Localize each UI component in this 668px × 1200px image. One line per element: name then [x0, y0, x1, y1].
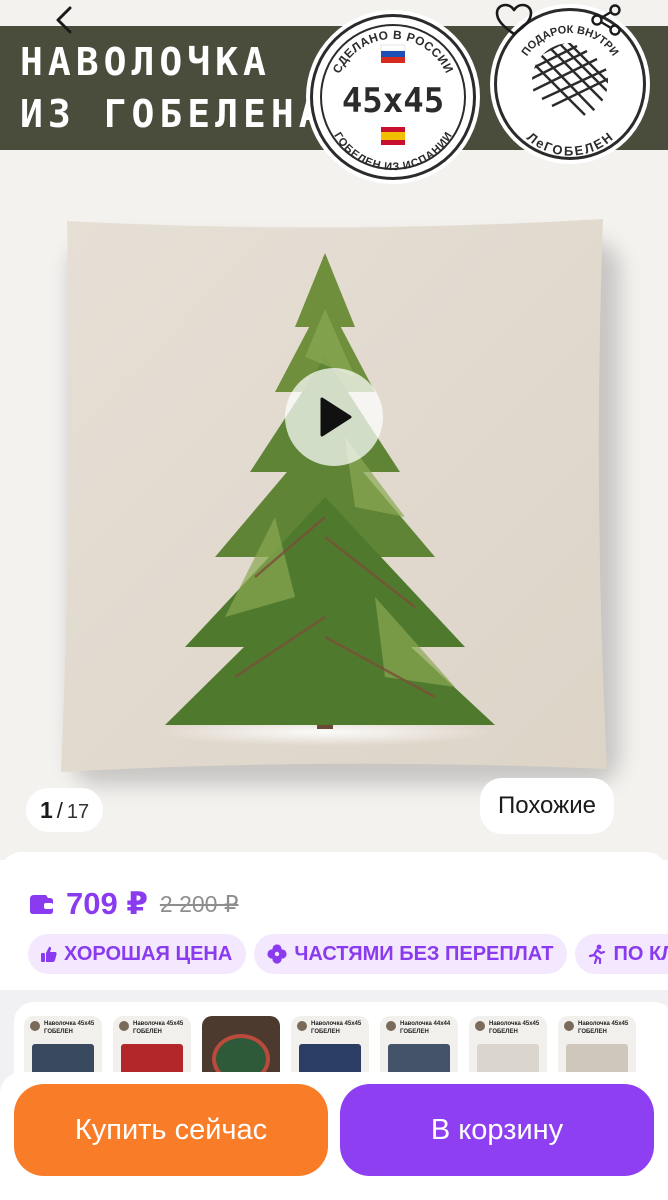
related-thumb-label: Наволочка 45x45 ГОБЕЛЕН [578, 1021, 629, 1035]
gallery-total: 17 [66, 801, 90, 823]
brand-name-text: ЛеГОБЕЛЕН [524, 129, 615, 157]
related-thumb-label: Наволочка 44x44 ГОБЕЛЕН [400, 1021, 451, 1035]
badge-label: ПО КЛ [613, 942, 668, 965]
product-gallery[interactable]: НАВОЛОЧКА ИЗ ГОБЕЛЕНА СДЕЛАНО В РОССИИ Г… [0, 0, 668, 860]
chevron-left-icon [56, 6, 72, 34]
related-thumb-label: Наволочка 45x45 ГОБЕЛЕН [489, 1021, 540, 1035]
running-person-icon [589, 944, 606, 964]
heart-icon [495, 3, 533, 36]
old-price: 2 200 ₽ [159, 890, 239, 917]
play-icon [320, 397, 352, 437]
play-video-button[interactable] [285, 368, 383, 466]
badge-good-price[interactable]: ХОРОШАЯ ЦЕНА [28, 934, 247, 974]
wallet-icon [30, 895, 53, 914]
banner-title: НАВОЛОЧКА ИЗ ГОБЕЛЕНА [20, 26, 327, 150]
price-row: 709 ₽ 2 200 ₽ [28, 886, 239, 922]
related-thumb-label: Наволочка 45x45 ГОБЕЛЕН [311, 1021, 362, 1035]
weave-logo-icon [532, 43, 608, 116]
related-thumb-label: Наволочка 45x45 ГОБЕЛЕН [44, 1021, 95, 1035]
product-info-card: 709 ₽ 2 200 ₽ ХОРОШАЯ ЦЕНА ЧАСТЯМИ БЕЗ П… [0, 852, 668, 992]
badge-row[interactable]: ХОРОШАЯ ЦЕНА ЧАСТЯМИ БЕЗ ПЕРЕПЛАТ ПО КЛ [28, 934, 668, 974]
similar-button[interactable]: Похожие [480, 778, 614, 834]
favorite-button[interactable] [490, 0, 538, 42]
current-price: 709 ₽ [66, 886, 148, 921]
action-bar: Купить сейчас В корзину [0, 1072, 668, 1200]
add-to-cart-button[interactable]: В корзину [340, 1084, 654, 1176]
svg-text:ЛеГОБЕЛЕН: ЛеГОБЕЛЕН [524, 129, 616, 157]
gallery-counter: 1 / 17 [26, 788, 104, 832]
badge-label: ЧАСТЯМИ БЕЗ ПЕРЕПЛАТ [294, 942, 554, 965]
gallery-current: 1 [40, 797, 53, 823]
made-in-russia-seal: СДЕЛАНО В РОССИИ ГОБЕЛЕН ИЗ ИСПАНИИ 45x4… [310, 14, 476, 180]
russia-flag-icon [380, 44, 406, 63]
badge-label: ХОРОШАЯ ЦЕНА [64, 942, 233, 965]
share-icon [591, 4, 621, 36]
gallery-separator: / [56, 798, 63, 823]
clover-icon [267, 944, 287, 964]
banner-title-line2: ИЗ ГОБЕЛЕНА [20, 92, 327, 136]
badge-courier[interactable]: ПО КЛ [575, 934, 668, 974]
thumbs-up-icon [41, 946, 57, 962]
badge-installments[interactable]: ЧАСТЯМИ БЕЗ ПЕРЕПЛАТ [254, 934, 568, 974]
spain-flag-icon [381, 127, 405, 145]
back-button[interactable] [40, 0, 88, 42]
buy-now-button[interactable]: Купить сейчас [14, 1084, 328, 1176]
seal-size-text: 45x45 [342, 81, 444, 121]
related-thumb-label: Наволочка 45x45 ГОБЕЛЕН [133, 1021, 184, 1035]
banner-title-line1: НАВОЛОЧКА [20, 40, 271, 84]
product-image-pillow [61, 219, 607, 772]
share-button[interactable] [582, 0, 630, 42]
